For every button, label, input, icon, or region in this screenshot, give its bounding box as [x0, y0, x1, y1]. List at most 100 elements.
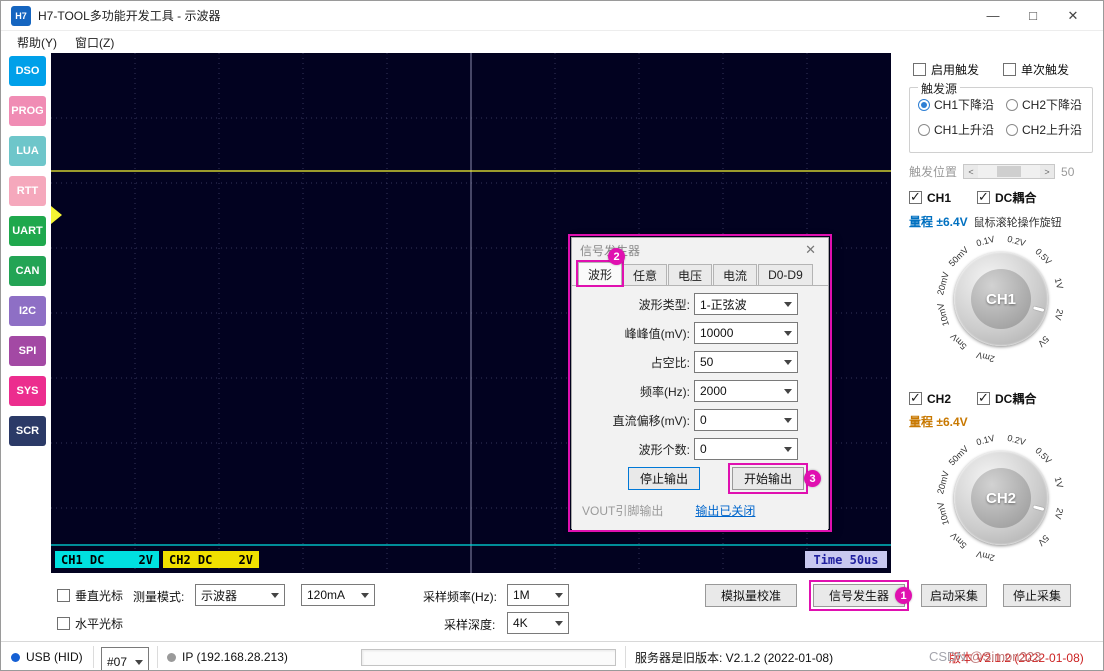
ch1-enable-label: CH1 [927, 190, 952, 205]
frequency-label: 频率(Hz): [640, 384, 690, 399]
sidebar-item-i2c[interactable]: I2C [9, 296, 46, 326]
analog-calibration-button[interactable]: 模拟量校准 [705, 584, 797, 607]
sidebar-item-lua[interactable]: LUA [9, 136, 46, 166]
scroll-thumb[interactable] [996, 166, 1021, 177]
ch2-gain-knob[interactable]: 2mV 5mV 10mV 20mV 50mV 0.1V 0.2V 0.5V 1V… [911, 432, 1091, 564]
output-status-link[interactable]: 输出已关闭 [695, 502, 755, 519]
stop-output-button[interactable]: 停止输出 [628, 467, 700, 490]
waveform-type-select[interactable]: 1-正弦波 [694, 293, 798, 315]
ch1-enable-option[interactable]: CH1 [909, 189, 951, 206]
tab-d0-d9[interactable]: D0-D9 [758, 264, 813, 285]
trigger-position-scrollbar[interactable]: < > [963, 164, 1056, 179]
radio-ch1-rising[interactable]: CH1上升沿 [918, 121, 1006, 138]
knob-hint-label: 鼠标滚轮操作旋钮 [973, 217, 1062, 229]
ch2-tag-scale: 2V [238, 552, 253, 567]
tab-voltage[interactable]: 电压 [668, 264, 713, 285]
ip-status-label: IP (192.168.28.213) [182, 650, 288, 664]
knob-scale-label: 10mV [935, 500, 951, 527]
ch2-dc-coupling-option[interactable]: DC耦合 [977, 390, 1036, 407]
dropdown-arrow-icon [784, 330, 792, 336]
scroll-left-arrow-icon[interactable]: < [964, 165, 979, 178]
tab-waveform[interactable]: 波形 [575, 260, 625, 287]
tab-arbitrary[interactable]: 任意 [623, 264, 668, 285]
duty-cycle-select[interactable]: 50 [694, 351, 798, 373]
ch2-range: 量程 ±6.4V [909, 413, 968, 430]
menu-window[interactable]: 窗口(Z) [67, 32, 122, 53]
vertical-cursor-checkbox[interactable] [57, 589, 70, 602]
progress-bar [361, 649, 616, 666]
radio-ch2-rising-control[interactable] [1006, 123, 1018, 136]
ch2-knob-cap[interactable]: CH2 [971, 468, 1031, 528]
trigger-level-marker-icon[interactable] [51, 206, 62, 224]
close-button[interactable]: ✕ [1053, 2, 1093, 30]
vout-pin-label: VOUT引脚输出 [582, 504, 664, 518]
menu-help[interactable]: 帮助(Y) [9, 32, 65, 53]
sidebar-item-spi[interactable]: SPI [9, 336, 46, 366]
minimize-button[interactable]: — [973, 2, 1013, 30]
dc-offset-select[interactable]: 0 [694, 409, 798, 431]
ch2-enable-option[interactable]: CH2 [909, 390, 951, 407]
sample-rate-select[interactable]: 1M [507, 584, 569, 606]
sidebar-item-can[interactable]: CAN [9, 256, 46, 286]
knob-scale-label: 5mV [948, 331, 969, 352]
measure-mode-select[interactable]: 示波器 [195, 584, 285, 606]
enable-trigger-checkbox[interactable] [913, 63, 926, 76]
sidebar-item-uart[interactable]: UART [9, 216, 46, 246]
ch1-dc-coupling-option[interactable]: DC耦合 [977, 189, 1036, 206]
ch1-gain-knob[interactable]: 2mV 5mV 10mV 20mV 50mV 0.1V 0.2V 0.5V 1V… [911, 233, 1091, 365]
radio-ch2-rising[interactable]: CH2上升沿 [1006, 121, 1094, 138]
radio-ch1-falling-control[interactable] [918, 98, 930, 111]
sidebar-item-prog[interactable]: PROG [9, 96, 46, 126]
enable-trigger-option[interactable]: 启用触发 [913, 61, 979, 78]
start-output-button[interactable]: 开始输出 [728, 463, 808, 494]
frequency-select[interactable]: 2000 [694, 380, 798, 402]
knob-scale-label: 2mV [975, 349, 996, 365]
sidebar-item-rtt[interactable]: RTT [9, 176, 46, 206]
ch1-range-label: 量程 [909, 215, 934, 229]
peak-to-peak-select[interactable]: 10000 [694, 322, 798, 344]
ch2-dc-coupling-checkbox[interactable] [977, 390, 991, 406]
current-range-select[interactable]: 120mA [301, 584, 375, 606]
dialog-close-icon[interactable]: ✕ [801, 242, 820, 258]
radio-ch2-falling-control[interactable] [1006, 98, 1018, 111]
ch2-channel-tag: CH2 DC 2V [163, 551, 259, 568]
scroll-track[interactable] [978, 165, 1040, 178]
radio-ch2-falling[interactable]: CH2下降沿 [1006, 96, 1094, 113]
stop-capture-button[interactable]: 停止采集 [1003, 584, 1071, 607]
ch2-knob-body[interactable]: CH2 [954, 451, 1048, 545]
dropdown-arrow-icon [784, 301, 792, 307]
waveform-type-label: 波形类型: [638, 297, 690, 312]
ch1-knob-body[interactable]: CH1 [954, 252, 1048, 346]
scroll-right-arrow-icon[interactable]: > [1040, 165, 1055, 178]
ch1-dc-coupling-checkbox[interactable] [977, 189, 991, 205]
single-trigger-checkbox[interactable] [1003, 63, 1017, 76]
sample-rate-label: 采样频率(Hz): [423, 590, 497, 604]
radio-ch1-falling[interactable]: CH1下降沿 [918, 96, 1006, 113]
sidebar-item-scr[interactable]: SCR [9, 416, 46, 446]
sidebar-item-sys[interactable]: SYS [9, 376, 46, 406]
wave-count-select[interactable]: 0 [694, 438, 798, 460]
horizontal-cursor-checkbox[interactable] [57, 617, 70, 630]
single-trigger-option[interactable]: 单次触发 [1003, 61, 1069, 78]
ch2-range-value: ±6.4V [936, 415, 968, 429]
ch2-enable-checkbox[interactable] [909, 390, 922, 406]
knob-scale-label: 1V [1052, 475, 1066, 490]
dc-offset-label: 直流偏移(mV): [612, 413, 690, 428]
device-number-select[interactable]: #07 [101, 647, 149, 670]
ch2-enable-label: CH2 [927, 391, 952, 406]
horizontal-cursor-option[interactable]: 水平光标 [57, 615, 123, 632]
dropdown-arrow-icon [784, 359, 792, 365]
vertical-cursor-option[interactable]: 垂直光标 [57, 587, 123, 604]
radio-ch1-rising-control[interactable] [918, 123, 930, 136]
dropdown-arrow-icon [784, 417, 792, 423]
radio-ch1-falling-label: CH1下降沿 [934, 98, 995, 112]
sample-depth-select[interactable]: 4K [507, 612, 569, 634]
maximize-button[interactable]: □ [1013, 2, 1053, 30]
knob-scale-label: 0.5V [1033, 246, 1054, 267]
start-capture-button[interactable]: 启动采集 [921, 584, 987, 607]
sidebar-item-dso[interactable]: DSO [9, 56, 46, 86]
ch1-enable-checkbox[interactable] [909, 189, 922, 205]
tab-current[interactable]: 电流 [713, 264, 758, 285]
ch1-knob-cap[interactable]: CH1 [971, 269, 1031, 329]
signal-generator-button[interactable]: 信号发生器 [809, 580, 909, 611]
